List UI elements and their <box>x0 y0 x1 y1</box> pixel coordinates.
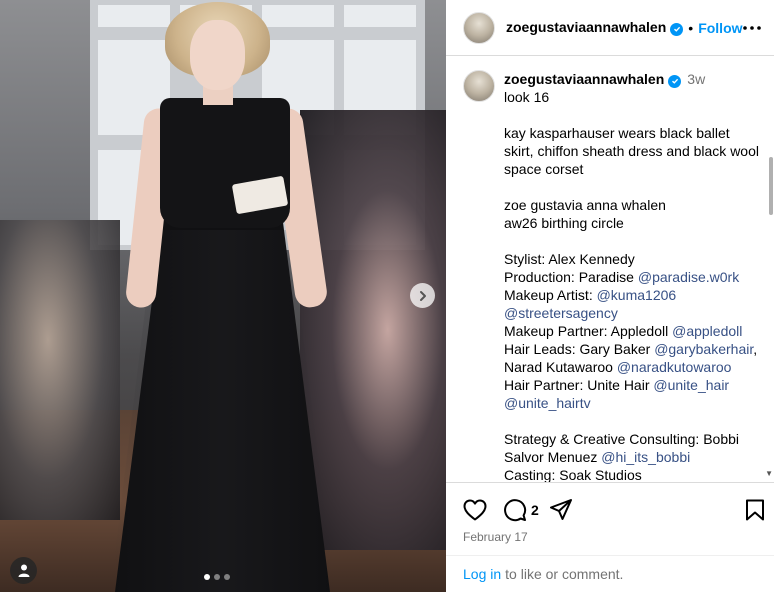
verified-badge-icon <box>670 22 684 36</box>
login-prompt-text: to like or comment. <box>505 566 624 582</box>
credit-hair-leads: Hair Leads: Gary Baker @garybakerhair, <box>504 341 758 357</box>
scrollbar-thumb[interactable] <box>769 157 773 215</box>
caption-line: kay kasparhauser wears black ballet skir… <box>504 125 759 177</box>
carousel-indicator <box>204 574 230 580</box>
comment-button[interactable] <box>502 497 528 523</box>
scroll-down-arrow-icon[interactable]: ▼ <box>765 469 773 478</box>
chevron-right-icon <box>419 290 426 301</box>
heart-icon <box>463 499 487 521</box>
next-slide-button[interactable] <box>410 283 435 308</box>
mention-link[interactable]: @paradise.w0rk <box>638 269 739 285</box>
comments-scroll-area[interactable]: zoegustaviaannawhalen 3w look 16 kay kasp… <box>446 57 774 482</box>
audience-right <box>300 110 446 550</box>
scrollbar[interactable] <box>768 57 774 482</box>
post-side-panel: zoegustaviaannawhalen • Follow zoegustav… <box>446 0 774 592</box>
verified-badge-icon <box>668 74 682 88</box>
mention-link[interactable]: @unite_hairtv <box>504 395 591 411</box>
credit-strategy-2: Salvor Menuez @hi_its_bobbi <box>504 449 691 465</box>
send-icon <box>549 499 572 520</box>
post-date[interactable]: February 17 <box>463 530 528 544</box>
avatar[interactable] <box>463 11 495 44</box>
credit-casting: Casting: Soak Studios <box>504 467 642 482</box>
credit-hair-partner: Hair Partner: Unite Hair @unite_hair <box>504 377 730 393</box>
mention-link[interactable]: @naradkutowaroo <box>617 359 732 375</box>
caption-avatar[interactable] <box>463 70 495 102</box>
credit-makeup-partner: Makeup Partner: Appledoll @appledoll <box>504 323 743 339</box>
mention-link[interactable]: @streetersagency <box>504 305 618 321</box>
caption-line: look 16 <box>504 89 550 105</box>
credit-makeup: Makeup Artist: @kuma1206 <box>504 287 677 303</box>
like-button[interactable] <box>462 497 488 523</box>
follow-button[interactable]: Follow <box>698 20 742 36</box>
credit-strategy: Strategy & Creative Consulting: Bobbi <box>504 431 740 447</box>
carousel-dot <box>224 574 230 580</box>
post-photo[interactable] <box>0 0 446 592</box>
login-link[interactable]: Log in <box>463 566 501 582</box>
more-options-button[interactable] <box>742 18 762 38</box>
mention-link[interactable]: @garybakerhair <box>654 341 753 357</box>
mention-link[interactable]: @kuma1206 <box>597 287 677 303</box>
post-time[interactable]: 3w <box>687 71 705 87</box>
mention-link[interactable]: @hi_its_bobbi <box>601 449 690 465</box>
header-username[interactable]: zoegustaviaannawhalen <box>506 19 684 36</box>
model-face <box>190 20 245 90</box>
carousel-dot <box>204 574 210 580</box>
comment-count: 2 <box>531 502 539 518</box>
caption-line: aw26 birthing circle <box>504 215 624 231</box>
audience-left <box>0 220 120 520</box>
header-separator: • <box>688 19 694 36</box>
mention-link[interactable]: @appledoll <box>672 323 742 339</box>
action-icons-row: 2 <box>462 497 768 523</box>
carousel-dot <box>214 574 220 580</box>
credit-hair-leads-2: Narad Kutawaroo @naradkutowaroo <box>504 359 732 375</box>
tagged-users-button[interactable] <box>10 557 37 584</box>
more-horizontal-icon <box>743 26 761 30</box>
caption: zoegustaviaannawhalen 3w look 16 kay kasp… <box>463 70 761 482</box>
model-bodice <box>160 98 290 228</box>
bookmark-icon <box>746 499 764 521</box>
caption-body: zoegustaviaannawhalen 3w look 16 kay kasp… <box>504 70 761 482</box>
save-button[interactable] <box>742 497 768 523</box>
mention-link[interactable]: @unite_hair <box>653 377 729 393</box>
caption-line: zoe gustavia anna whalen <box>504 197 666 213</box>
login-prompt: Log in to like or comment. <box>446 555 774 592</box>
person-icon <box>18 564 29 577</box>
caption-line: Stylist: Alex Kennedy <box>504 251 635 267</box>
comment-icon <box>504 499 527 522</box>
post-header: zoegustaviaannawhalen • Follow <box>446 0 774 56</box>
caption-username[interactable]: zoegustaviaannawhalen <box>504 71 664 87</box>
share-button[interactable] <box>548 497 574 523</box>
credit-production: Production: Paradise @paradise.w0rk <box>504 269 740 285</box>
